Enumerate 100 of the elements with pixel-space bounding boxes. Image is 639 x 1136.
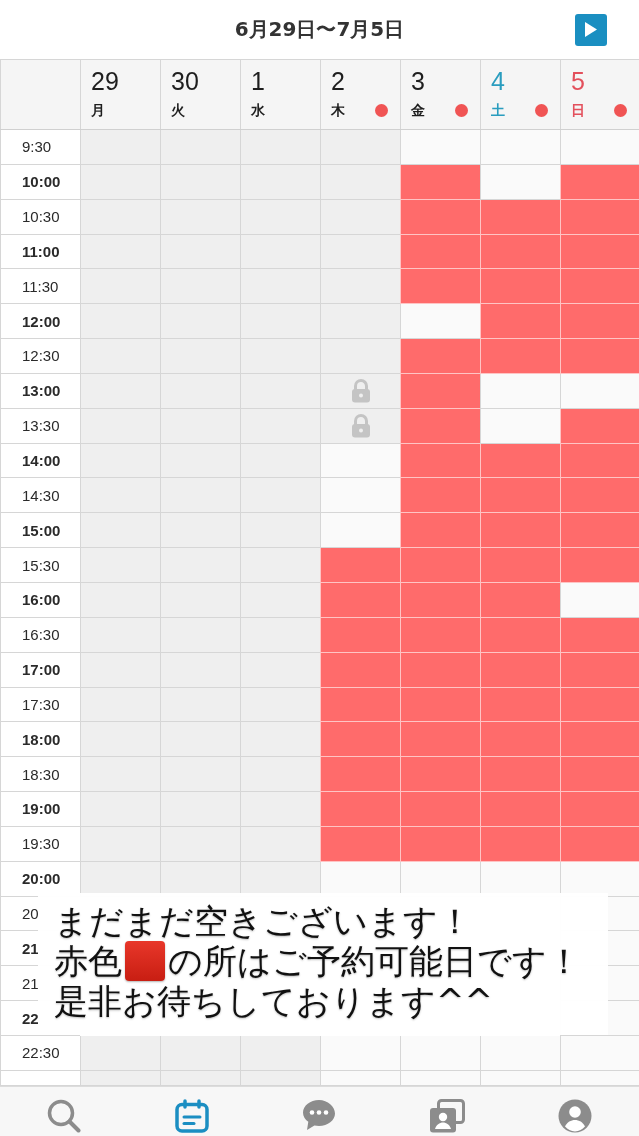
time-slot[interactable] [400, 164, 480, 200]
time-slot[interactable] [320, 792, 400, 827]
search-icon [46, 1099, 81, 1133]
time-slot[interactable] [560, 478, 639, 514]
time-slot[interactable] [400, 652, 480, 688]
time-slot[interactable] [480, 513, 560, 549]
user-icon [558, 1099, 593, 1133]
time-slot[interactable] [560, 757, 639, 793]
time-slot[interactable] [320, 548, 400, 583]
time-slot[interactable] [480, 443, 560, 479]
time-slot[interactable] [480, 339, 560, 374]
time-slot[interactable] [320, 617, 400, 653]
time-label: 22:30 [22, 1044, 60, 1062]
time-slot[interactable] [560, 199, 639, 235]
time-slot[interactable] [560, 722, 639, 758]
time-slot[interactable] [480, 722, 560, 758]
profile-tab[interactable] [558, 1099, 593, 1133]
time-slot[interactable] [560, 304, 639, 340]
weekday-label: 土 [491, 101, 505, 120]
time-slot[interactable] [480, 757, 560, 793]
time-slot[interactable] [560, 164, 639, 200]
date-number: 5 [571, 66, 585, 96]
time-slot[interactable] [560, 269, 639, 305]
time-slot[interactable] [560, 792, 639, 827]
time-slot[interactable] [400, 478, 480, 514]
time-slot[interactable] [560, 826, 639, 862]
time-slot[interactable] [400, 826, 480, 862]
time-slot[interactable] [400, 339, 480, 374]
time-label: 16:00 [22, 591, 61, 609]
time-slot[interactable] [320, 652, 400, 688]
time-slot[interactable] [400, 548, 480, 583]
time-slot[interactable] [480, 652, 560, 688]
weekday-label: 水 [251, 101, 265, 120]
weekday-label: 日 [571, 101, 585, 120]
photos-tab[interactable] [429, 1099, 466, 1133]
time-slot[interactable] [480, 478, 560, 514]
time-label: 17:30 [22, 695, 60, 713]
time-slot[interactable] [400, 234, 480, 270]
chat-bubble-icon [302, 1099, 337, 1131]
time-slot[interactable] [480, 617, 560, 653]
time-slot[interactable] [400, 617, 480, 653]
time-slot[interactable] [560, 548, 639, 583]
time-slot[interactable] [560, 234, 639, 270]
time-slot[interactable] [560, 617, 639, 653]
weekday-label: 木 [331, 101, 345, 120]
time-slot[interactable] [400, 687, 480, 723]
time-label: 17:00 [22, 661, 61, 679]
time-slot[interactable] [400, 199, 480, 235]
time-slot[interactable] [400, 513, 480, 549]
time-slot[interactable] [320, 826, 400, 862]
time-slot[interactable] [560, 652, 639, 688]
messages-tab[interactable] [302, 1099, 337, 1131]
time-slot[interactable] [480, 199, 560, 235]
time-slot[interactable] [480, 687, 560, 723]
time-slot[interactable] [560, 443, 639, 479]
time-slot[interactable] [320, 757, 400, 793]
search-tab[interactable] [46, 1099, 81, 1133]
time-slot[interactable] [400, 582, 480, 618]
time-label: 11:00 [22, 242, 60, 260]
time-label: 21 [22, 939, 39, 957]
time-slot[interactable] [480, 582, 560, 618]
caption-text: 是非お待ちしております^^ [54, 981, 493, 1021]
time-label: 9:30 [22, 138, 52, 156]
next-week-button[interactable] [575, 13, 607, 46]
time-label: 20 [22, 905, 39, 922]
time-slot[interactable] [480, 304, 560, 340]
time-slot[interactable] [400, 408, 480, 444]
time-slot[interactable] [400, 373, 480, 409]
time-slot[interactable] [400, 443, 480, 479]
time-slot[interactable] [480, 548, 560, 583]
lock-icon [350, 378, 371, 403]
time-slot[interactable] [480, 269, 560, 305]
time-slot[interactable] [400, 757, 480, 793]
time-slot[interactable] [400, 792, 480, 827]
time-label: 18:00 [22, 730, 61, 748]
time-slot[interactable] [480, 792, 560, 827]
time-slot[interactable] [400, 269, 480, 305]
time-label: 13:30 [22, 417, 60, 435]
photo-cards-icon [429, 1099, 466, 1133]
time-slot[interactable] [320, 722, 400, 758]
time-slot[interactable] [480, 234, 560, 270]
time-slot[interactable] [320, 687, 400, 723]
time-slot[interactable] [560, 513, 639, 549]
time-slot[interactable] [560, 339, 639, 374]
lock-icon [350, 413, 371, 438]
caption-text: の所はご予約可能日です！ [168, 941, 581, 981]
time-label: 22 [22, 1009, 39, 1027]
time-slot[interactable] [400, 722, 480, 758]
time-slot[interactable] [560, 687, 639, 723]
time-slot[interactable] [560, 408, 639, 444]
time-label: 14:30 [22, 486, 60, 504]
play-icon [585, 22, 597, 37]
time-slot[interactable] [320, 582, 400, 618]
date-number: 1 [251, 66, 265, 96]
calendar-tab[interactable] [174, 1099, 209, 1133]
weekday-label: 火 [171, 101, 185, 120]
time-slot[interactable] [480, 826, 560, 862]
weekday-label: 金 [411, 101, 425, 120]
time-label: 12:30 [22, 347, 60, 365]
time-label: 13:00 [22, 382, 61, 400]
